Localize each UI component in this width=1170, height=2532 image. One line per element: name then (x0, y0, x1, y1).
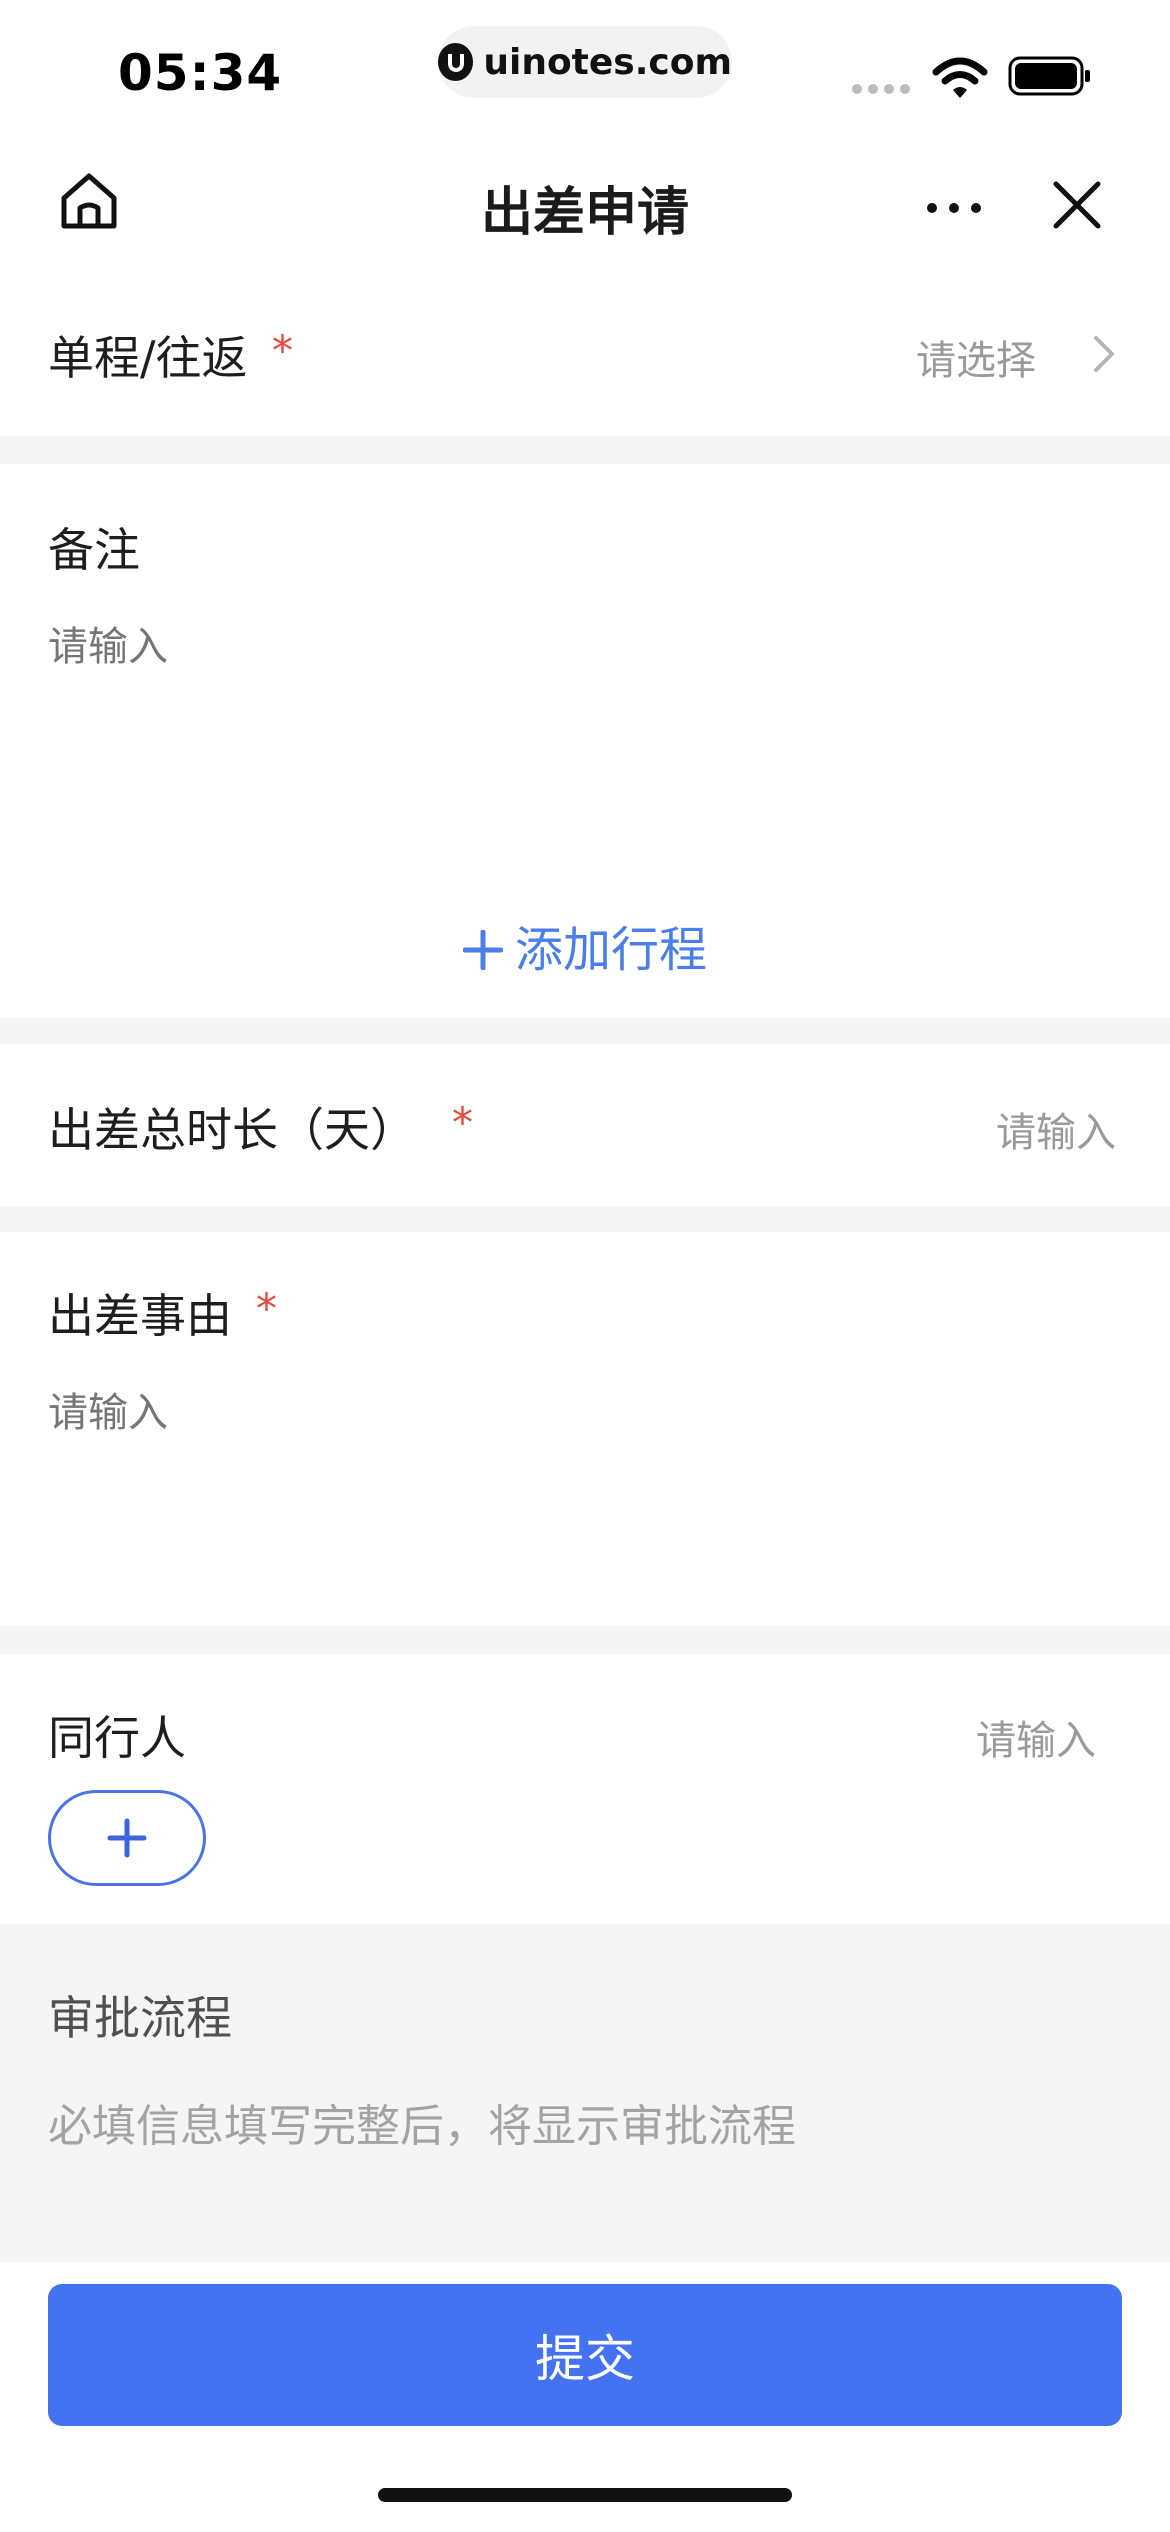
reason-label: 出差事由 (48, 1289, 232, 1343)
approval-title: 审批流程 (48, 1991, 232, 2045)
reason-input[interactable] (48, 1380, 1118, 1580)
close-icon[interactable] (1052, 180, 1102, 230)
submit-button[interactable]: 提交 (48, 2284, 1122, 2426)
add-trip-label: 添加行程 (514, 922, 707, 978)
battery-icon (1008, 56, 1090, 96)
remark-label: 备注 (48, 523, 140, 577)
approval-description: 必填信息填写完整后，将显示审批流程 (48, 2101, 796, 2152)
add-companion-button[interactable] (48, 1790, 206, 1886)
trip-type-placeholder: 请选择 (916, 338, 1036, 384)
wifi-icon (932, 57, 988, 98)
url-pill[interactable]: uinotes.com (438, 26, 732, 98)
duration-label: 出差总时长（天） (48, 1103, 416, 1157)
url-text: uinotes.com (483, 41, 732, 83)
remark-input[interactable] (48, 614, 1118, 834)
duration-input[interactable]: 请输入 (996, 1100, 1116, 1158)
duration-row[interactable]: 出差总时长（天） * 请输入 (0, 1044, 1170, 1204)
trip-type-label: 单程/往返 (48, 331, 248, 385)
companions-input[interactable]: 请输入 (976, 1708, 1096, 1766)
required-mark: * (256, 1284, 277, 1333)
chevron-right-icon (1094, 336, 1114, 372)
section-divider (0, 436, 1170, 464)
section-divider (0, 1018, 1170, 1044)
status-time: 05:34 (118, 44, 283, 102)
required-mark: * (272, 326, 293, 375)
required-mark: * (452, 1098, 473, 1147)
site-logo-icon (438, 43, 474, 81)
cellular-signal-icon (852, 84, 910, 94)
page-title: 出差申请 (480, 183, 689, 243)
companions-label: 同行人 (48, 1711, 186, 1765)
plus-icon (107, 1818, 147, 1858)
add-trip-button[interactable]: 添加行程 (0, 910, 1170, 980)
trip-type-row[interactable]: 单程/往返 * 请选择 (0, 300, 1170, 430)
home-indicator[interactable] (378, 2488, 792, 2502)
more-icon[interactable] (924, 200, 984, 216)
plus-icon (462, 929, 504, 971)
section-divider (0, 1206, 1170, 1232)
section-divider (0, 1626, 1170, 1654)
